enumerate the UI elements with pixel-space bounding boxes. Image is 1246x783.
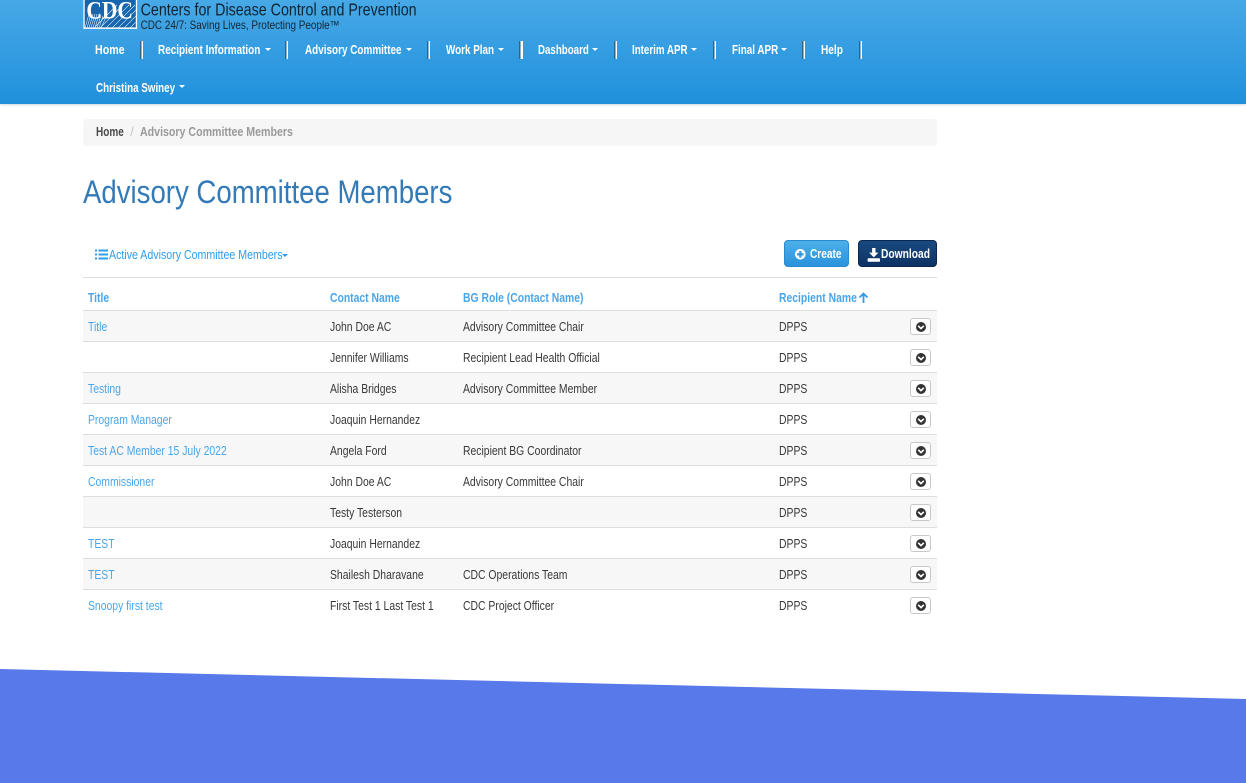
svg-text:CDC 24/7: Saving Lives, Protec: CDC 24/7: Saving Lives, Protecting Peopl… — [141, 18, 340, 32]
svg-text:Centers for Disease Control an: Centers for Disease Control and Preventi… — [141, 0, 417, 20]
svg-text:CDC: CDC — [86, 0, 132, 24]
